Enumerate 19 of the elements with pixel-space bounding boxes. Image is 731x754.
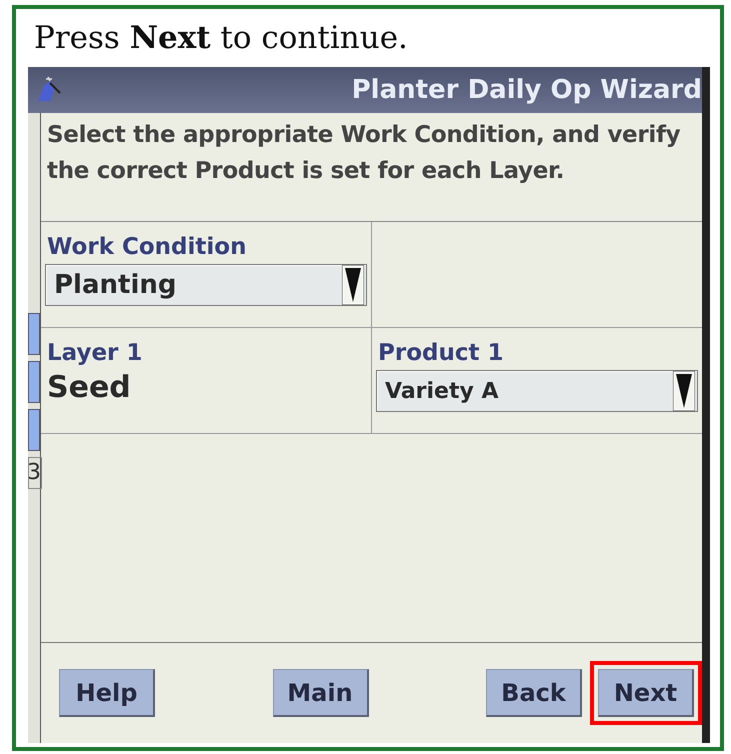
dropdown-field[interactable]: Variety A <box>376 370 698 412</box>
layer-value: Seed <box>47 370 132 405</box>
wizard-button[interactable]: Next <box>598 669 694 717</box>
dropdown-arrow-icon[interactable] <box>673 371 695 411</box>
layer-label: Layer 1 <box>47 340 144 366</box>
side-block <box>28 313 40 355</box>
wizard-button[interactable]: Main <box>272 669 368 717</box>
wizard-button[interactable]: Help <box>59 669 155 717</box>
side-number: 3 <box>28 457 42 489</box>
window-title: Planter Daily Op Wizard <box>352 75 702 105</box>
side-block <box>28 361 40 403</box>
wizard-button[interactable]: Back <box>486 669 582 717</box>
dropdown-field[interactable]: Planting <box>45 264 367 306</box>
caption-text: Press Next to continue. <box>33 19 409 58</box>
product-label: Product 1 <box>378 340 504 366</box>
instruction-text: Select the appropriate Work Condition, and verify the correct Product is set for each Layer. <box>46 121 682 186</box>
side-block <box>28 409 40 451</box>
dropdown-arrow-icon[interactable] <box>342 265 364 305</box>
field-label: Work Condition <box>47 234 248 260</box>
